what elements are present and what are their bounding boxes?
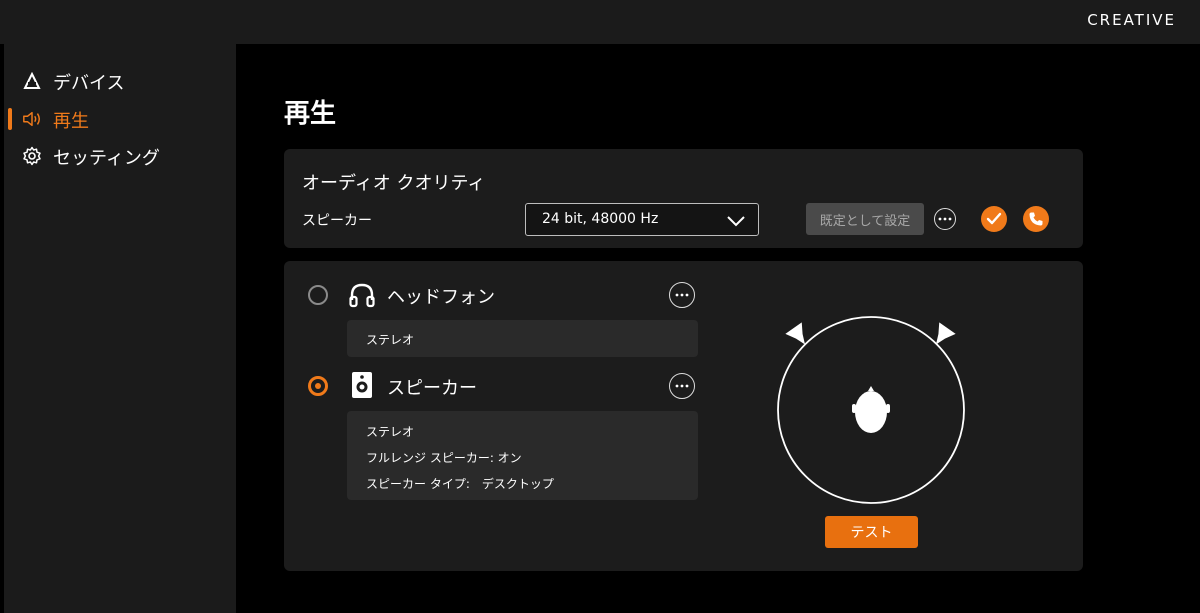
audio-quality-title: オーディオ クオリティ [302, 173, 486, 194]
speaker-title: スピーカー [387, 378, 477, 399]
detail-text: ステレオ [366, 425, 415, 439]
sidebar: デバイス 再生 セッティング [4, 44, 236, 613]
audio-device-label: スピーカー [302, 213, 372, 229]
sidebar-item-label: セッティング [53, 148, 160, 169]
sidebar-item-label: デバイス [53, 73, 125, 94]
sidebar-item-label: 再生 [53, 111, 89, 132]
device-icon [22, 71, 42, 91]
sidebar-item-devices[interactable]: デバイス [4, 65, 236, 97]
headphones-more-button[interactable] [669, 282, 695, 308]
more-icon [675, 384, 689, 388]
left-speaker-icon [785, 322, 806, 345]
default-device-button[interactable] [981, 206, 1007, 232]
sidebar-item-playback[interactable]: 再生 [4, 103, 236, 135]
active-indicator [8, 108, 12, 130]
more-options-button[interactable] [934, 208, 956, 230]
creative-logo: CREATIVE [1087, 11, 1176, 29]
speaker-details: ステレオ フルレンジ スピーカー: オン スピーカー タイプ: デスクトップ [347, 411, 698, 500]
top-bar: CREATIVE [0, 0, 1200, 44]
chevron-down-icon [726, 213, 746, 227]
speaker-more-button[interactable] [669, 373, 695, 399]
audio-format-value: 24 bit, 48000 Hz [542, 211, 659, 227]
audio-quality-card: オーディオ クオリティ スピーカー 24 bit, 48000 Hz 既定として… [284, 149, 1083, 248]
sidebar-item-settings[interactable]: セッティング [4, 140, 236, 172]
headphones-radio[interactable] [308, 285, 328, 305]
audio-format-select[interactable]: 24 bit, 48000 Hz [525, 203, 759, 236]
gear-icon [22, 146, 42, 166]
default-communication-button[interactable] [1023, 206, 1049, 232]
speaker-icon [352, 372, 372, 398]
headphones-title: ヘッドフォン [387, 287, 495, 308]
set-default-button[interactable]: 既定として設定 [806, 203, 924, 235]
speaker-radio[interactable] [308, 376, 328, 396]
more-icon [938, 217, 952, 221]
phone-icon [1029, 212, 1043, 226]
checkmark-icon [986, 212, 1002, 225]
test-button[interactable]: テスト [825, 516, 918, 548]
right-speaker-icon [935, 322, 956, 345]
headphones-details: ステレオ [347, 320, 698, 357]
listener-head-icon [852, 386, 890, 433]
detail-text: スピーカー タイプ: デスクトップ [366, 477, 554, 491]
output-card: ヘッドフォン ステレオ スピーカー ステレオ フルレンジ スピーカー: オン ス… [284, 261, 1083, 571]
speaker-volume-icon [22, 109, 42, 129]
more-icon [675, 293, 689, 297]
detail-text: フルレンジ スピーカー: オン [366, 451, 522, 465]
page-title: 再生 [284, 99, 337, 129]
headphones-icon [349, 283, 375, 308]
speaker-layout-diagram [777, 316, 965, 504]
detail-text: ステレオ [366, 333, 415, 347]
